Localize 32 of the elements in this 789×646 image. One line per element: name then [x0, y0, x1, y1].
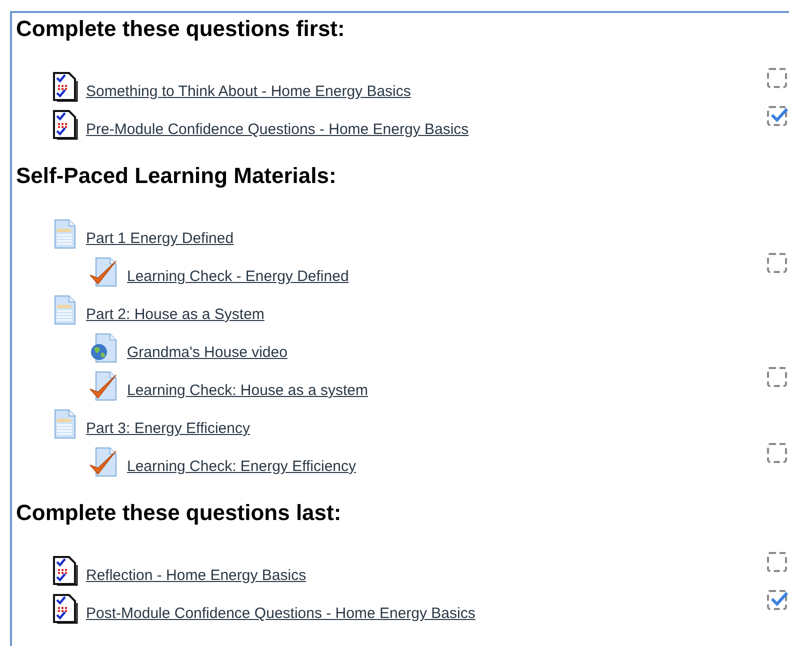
activity-link[interactable]: Reflection - Home Energy Basics — [86, 567, 306, 584]
checkmark-document-icon — [89, 371, 119, 401]
checkmark-document-icon — [89, 447, 119, 477]
document-icon — [52, 409, 78, 439]
quiz-icon — [52, 594, 78, 624]
completion-checkbox[interactable] — [767, 590, 787, 610]
activity-link[interactable]: Part 2: House as a System — [86, 306, 264, 323]
activity-link[interactable]: Part 3: Energy Efficiency — [86, 420, 250, 437]
checkmark-document-icon — [89, 257, 119, 287]
completion-checkbox[interactable] — [767, 443, 787, 463]
activity-link[interactable]: Learning Check: House as a system — [127, 382, 368, 399]
quiz-icon — [52, 110, 78, 140]
completion-checkbox[interactable] — [767, 68, 787, 88]
activity-link[interactable]: Something to Think About - Home Energy Basics — [86, 83, 411, 100]
completion-checkbox[interactable] — [767, 552, 787, 572]
document-icon — [52, 295, 78, 325]
completion-checkbox[interactable] — [767, 367, 787, 387]
section-heading: Complete these questions last: — [16, 499, 342, 526]
activity-link[interactable]: Pre-Module Confidence Questions - Home Energy Basics — [86, 121, 469, 138]
document-icon — [52, 219, 78, 249]
globe-document-icon — [89, 333, 119, 363]
section-heading: Complete these questions first: — [16, 15, 346, 42]
activity-link[interactable]: Learning Check: Energy Efficiency — [127, 458, 356, 475]
activity-link[interactable]: Grandma's House video — [127, 344, 288, 361]
section-heading: Self-Paced Learning Materials: — [16, 162, 338, 189]
activity-link[interactable]: Learning Check - Energy Defined — [127, 268, 349, 285]
quiz-icon — [52, 72, 78, 102]
activity-link[interactable]: Post-Module Confidence Questions - Home Energy Basics — [86, 605, 476, 622]
completion-checkbox[interactable] — [767, 106, 787, 126]
completion-checkbox[interactable] — [767, 253, 787, 273]
quiz-icon — [52, 556, 78, 586]
activity-link[interactable]: Part 1 Energy Defined — [86, 230, 234, 247]
